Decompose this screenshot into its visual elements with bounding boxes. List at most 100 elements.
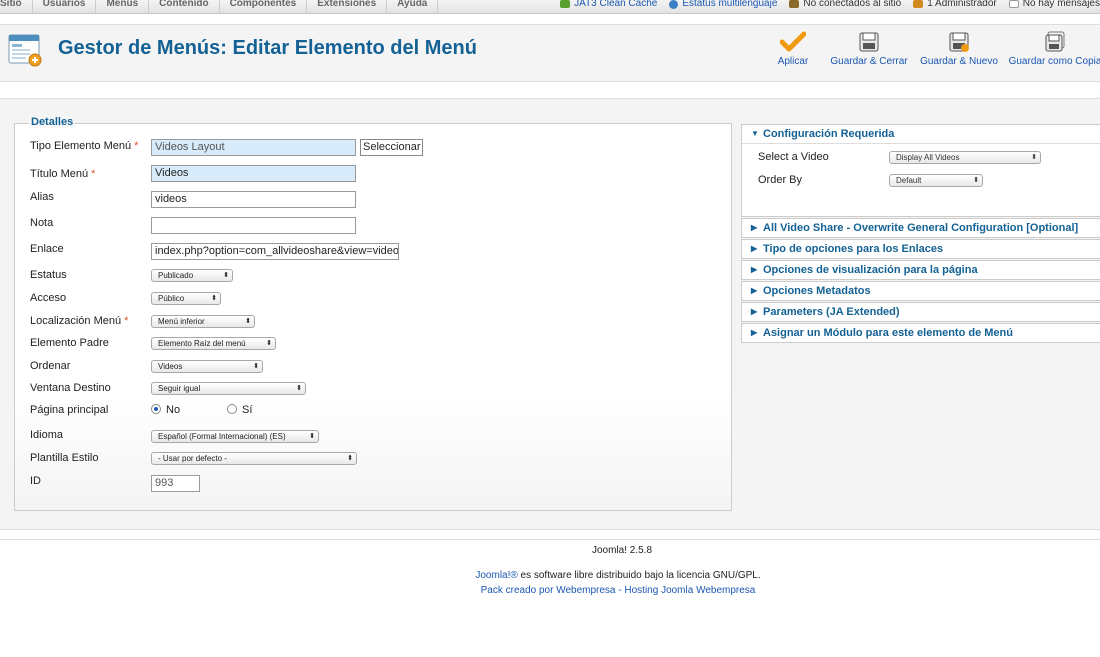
- menu-ayuda[interactable]: Ayuda: [387, 0, 439, 13]
- language-select-value: Español (Formal Internacional) (ES): [158, 432, 286, 441]
- section-ja-parameters[interactable]: ▶ Parameters (JA Extended): [741, 302, 1100, 322]
- select-video-select[interactable]: Display All Videos ⬍: [889, 151, 1041, 164]
- menu-location-select[interactable]: Menú inferior ⬍: [151, 315, 255, 328]
- ordering-label: Ordenar: [30, 360, 71, 372]
- title-bar: Gestor de Menús: Editar Elemento del Men…: [0, 24, 1100, 82]
- status-clean-cache[interactable]: JAT3 Clean Cache: [560, 0, 657, 13]
- section-link-options[interactable]: ▶ Tipo de opciones para los Enlaces: [741, 239, 1100, 259]
- menu-sitio[interactable]: Sitio: [0, 0, 33, 13]
- access-select-value: Público: [158, 294, 185, 303]
- section-metadata[interactable]: ▶ Opciones Metadatos: [741, 281, 1100, 301]
- menu-menus[interactable]: Menús: [96, 0, 150, 13]
- target-window-select-value: Seguir igual: [158, 384, 201, 393]
- status-admins: 1 Administrador: [913, 0, 997, 13]
- triangle-right-icon: ▶: [751, 244, 758, 253]
- footer-license: Joomla!® es software libre distribuido b…: [0, 570, 1100, 581]
- triangle-right-icon: ▶: [751, 328, 758, 337]
- title-input[interactable]: Videos: [151, 165, 356, 182]
- access-label: Acceso: [30, 292, 67, 304]
- menu-extensiones[interactable]: Extensiones: [307, 0, 388, 13]
- save-new-icon: [949, 32, 969, 52]
- checkmark-icon: [780, 31, 806, 52]
- section-metadata-header: ▶ Opciones Metadatos: [742, 282, 1100, 300]
- section-ja-parameters-header: ▶ Parameters (JA Extended): [742, 303, 1100, 321]
- section-module-assignment[interactable]: ▶ Asignar un Módulo para este elemento de…: [741, 323, 1100, 343]
- select-arrows-icon: ⬍: [347, 455, 353, 462]
- section-module-assignment-header: ▶ Asignar un Módulo para este elemento de…: [742, 324, 1100, 342]
- title-label-text: Título Menú: [30, 168, 89, 180]
- apply-button[interactable]: Aplicar: [771, 31, 815, 67]
- home-label: Página principal: [30, 404, 109, 416]
- type-label-text: Tipo Elemento Menú: [30, 140, 132, 152]
- required-star: *: [134, 140, 139, 152]
- status-label: Estatus: [30, 269, 67, 281]
- template-style-select[interactable]: - Usar por defecto - ⬍: [151, 452, 357, 465]
- parent-select-value: Elemento Raíz del menú: [158, 339, 246, 348]
- top-menu-bar: Sitio Usuarios Menús Contenido Component…: [0, 0, 1100, 14]
- select-arrows-icon: ⬍: [245, 318, 251, 325]
- order-by-select[interactable]: Default ⬍: [889, 174, 983, 187]
- triangle-right-icon: ▶: [751, 265, 758, 274]
- home-yes-radio[interactable]: [227, 404, 237, 414]
- menu-componentes[interactable]: Componentes: [220, 0, 308, 13]
- section-link-options-header: ▶ Tipo de opciones para los Enlaces: [742, 240, 1100, 258]
- section-metadata-title: Opciones Metadatos: [763, 285, 871, 297]
- menu-manager-icon: [8, 34, 42, 67]
- footer-credits-link[interactable]: Pack creado por Webempresa - Hosting Joo…: [0, 585, 1100, 596]
- language-select[interactable]: Español (Formal Internacional) (ES) ⬍: [151, 430, 319, 443]
- section-page-display[interactable]: ▶ Opciones de visualización para la págin…: [741, 260, 1100, 280]
- section-link-options-title: Tipo de opciones para los Enlaces: [763, 243, 944, 255]
- status-bar: JAT3 Clean Cache Estatus multilenguaje N…: [560, 0, 1100, 13]
- select-type-button[interactable]: Seleccionar: [360, 139, 424, 156]
- link-field[interactable]: index.php?option=com_allvideoshare&view=…: [151, 243, 399, 260]
- home-no-radio[interactable]: [151, 404, 161, 414]
- status-visitors-label: No conectados al sitio: [803, 0, 902, 9]
- note-input[interactable]: [151, 217, 356, 234]
- ordering-select-value: Videos: [158, 362, 183, 371]
- save-copy-button[interactable]: Guardar como Copia: [1008, 31, 1100, 67]
- required-config-header[interactable]: ▼ Configuración Requerida: [742, 125, 1100, 144]
- alias-input[interactable]: videos: [151, 191, 356, 208]
- required-star: *: [91, 168, 96, 180]
- menu-usuarios[interactable]: Usuarios: [33, 0, 97, 13]
- footer: Joomla! 2.5.8 Joomla!® es software libre…: [0, 539, 1100, 596]
- save-new-button[interactable]: Guardar & Nuevo: [920, 31, 998, 67]
- select-arrows-icon: ⬍: [296, 385, 302, 392]
- select-arrows-icon: ⬍: [309, 433, 315, 440]
- page-title: Gestor de Menús: Editar Elemento del Men…: [58, 37, 477, 59]
- save-close-button[interactable]: Guardar & Cerrar: [830, 31, 908, 67]
- select-arrows-icon: ⬍: [1031, 154, 1037, 161]
- save-copy-icon: [1045, 31, 1065, 52]
- save-copy-label: Guardar como Copia: [1008, 56, 1100, 67]
- status-messages-label: No hay mensajes: [1022, 0, 1100, 9]
- joomla-link[interactable]: Joomla!®: [475, 570, 517, 581]
- cache-icon: [560, 0, 571, 8]
- globe-icon: [669, 0, 679, 9]
- triangle-right-icon: ▶: [751, 307, 758, 316]
- access-select[interactable]: Público ⬍: [151, 292, 221, 305]
- menu-contenido[interactable]: Contenido: [149, 0, 220, 13]
- required-config-title: Configuración Requerida: [763, 128, 895, 140]
- select-arrows-icon: ⬍: [973, 177, 979, 184]
- status-select[interactable]: Publicado ⬍: [151, 269, 233, 282]
- status-multilanguage-label: Estatus multilenguaje: [682, 0, 778, 9]
- main-area: Detalles Tipo Elemento Menú * Videos Layo…: [0, 98, 1100, 530]
- section-video-share-config-title: All Video Share - Overwrite General Conf…: [763, 222, 1079, 234]
- users-icon: [789, 0, 800, 8]
- parent-select[interactable]: Elemento Raíz del menú ⬍: [151, 337, 276, 350]
- select-arrows-icon: ⬍: [223, 272, 229, 279]
- section-page-display-header: ▶ Opciones de visualización para la págin…: [742, 261, 1100, 279]
- ordering-select[interactable]: Videos ⬍: [151, 360, 263, 373]
- details-legend: Detalles: [29, 116, 76, 128]
- menu-location-label: Localización Menú *: [30, 315, 128, 327]
- target-window-label: Ventana Destino: [30, 382, 111, 394]
- status-admins-label: 1 Administrador: [927, 0, 997, 9]
- status-clean-cache-label: JAT3 Clean Cache: [574, 0, 658, 9]
- template-style-label: Plantilla Estilo: [30, 452, 99, 464]
- target-window-select[interactable]: Seguir igual ⬍: [151, 382, 306, 395]
- select-arrows-icon: ⬍: [253, 363, 259, 370]
- footer-license-text: es software libre distribuido bajo la li…: [517, 570, 761, 581]
- status-multilanguage[interactable]: Estatus multilenguaje: [669, 0, 777, 13]
- section-video-share-config[interactable]: ▶ All Video Share - Overwrite General Con…: [741, 218, 1100, 238]
- status-messages[interactable]: No hay mensajes: [1008, 0, 1100, 13]
